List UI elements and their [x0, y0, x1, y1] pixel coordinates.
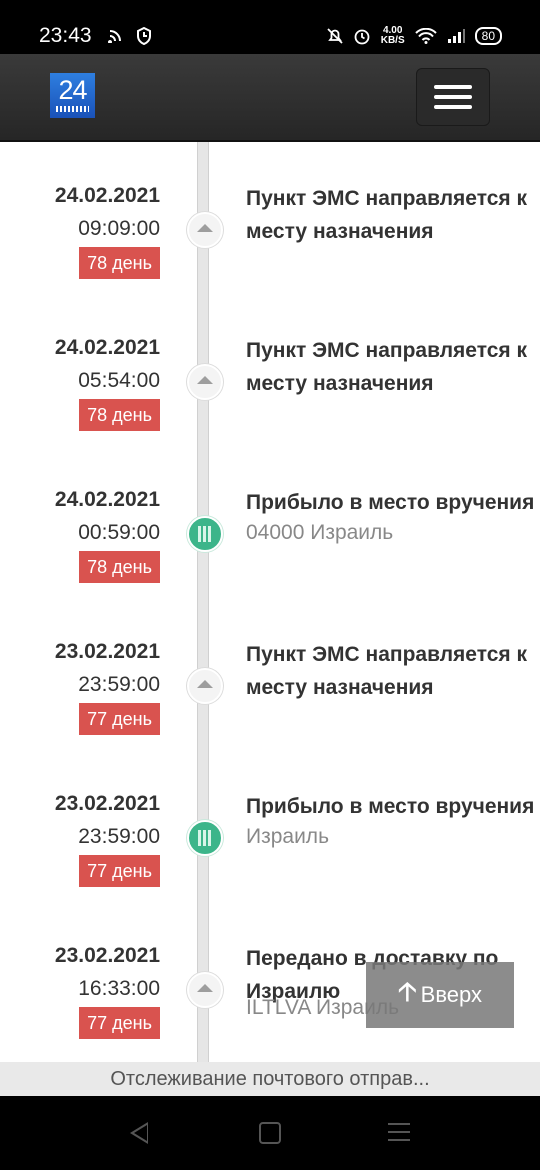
cast-icon [108, 30, 121, 43]
system-nav-bar [0, 1096, 540, 1170]
arrow-up-icon [187, 972, 223, 1008]
timeline-event: 24.02.2021 09:09:00 78 день Пункт ЭМС на… [0, 152, 540, 304]
event-title: Прибыло в место вручения [246, 795, 535, 818]
back-to-top-label: Вверх [420, 982, 482, 1007]
recent-apps-icon[interactable] [388, 1123, 410, 1147]
back-to-top-button[interactable]: 🡡 Вверх [366, 962, 514, 1028]
event-date: 24.02.2021 [54, 184, 160, 207]
wifi-icon [414, 28, 437, 44]
back-icon[interactable] [130, 1122, 148, 1144]
event-time: 05:54:00 [78, 369, 160, 392]
home-icon[interactable] [259, 1122, 281, 1144]
network-speed: 4.00 KB/S [380, 25, 405, 46]
days-badge: 78 день [79, 399, 160, 431]
event-location: 04000 Израиль [246, 521, 394, 544]
signal-icon [447, 29, 465, 43]
event-time: 09:09:00 [78, 217, 160, 240]
event-date: 23.02.2021 [54, 640, 160, 663]
days-badge: 78 день [79, 247, 160, 279]
days-badge: 77 день [79, 855, 160, 887]
event-title: Пункт ЭМС направляется к месту назначени… [246, 339, 527, 395]
timeline-event: 24.02.2021 00:59:00 78 день Прибыло в ме… [0, 456, 540, 608]
shield-icon [137, 27, 151, 45]
browser-tab-title[interactable]: Отслеживание почтового отправ... [0, 1062, 540, 1096]
event-time: 00:59:00 [78, 521, 160, 544]
event-date: 23.02.2021 [54, 792, 160, 815]
status-time: 23:43 [39, 24, 92, 47]
event-date: 24.02.2021 [54, 488, 160, 511]
event-title: Прибыло в место вручения [246, 491, 535, 514]
arrow-up-icon [187, 212, 223, 248]
arrow-up-icon: 🡡 [397, 976, 417, 1006]
days-badge: 77 день [79, 703, 160, 735]
alarm-icon [354, 29, 370, 45]
building-icon [187, 820, 223, 856]
event-title: Пункт ЭМС направляется к месту назначени… [246, 643, 527, 699]
building-icon [187, 516, 223, 552]
menu-button[interactable] [416, 68, 490, 126]
hamburger-icon [434, 85, 472, 89]
event-time: 23:59:00 [78, 825, 160, 848]
event-time: 23:59:00 [78, 673, 160, 696]
arrow-up-icon [187, 364, 223, 400]
site-logo[interactable]: 24 [50, 73, 95, 118]
logo-text: 24 [58, 75, 87, 105]
event-location: Израиль [246, 825, 330, 848]
app-header: 24 [0, 54, 540, 142]
status-bar: 23:43 4.00 KB/S 80 [0, 0, 540, 54]
tracking-timeline: 24.02.2021 09:09:00 78 день Пункт ЭМС на… [0, 142, 540, 1062]
mute-bell-icon [327, 28, 343, 44]
battery-indicator: 80 [474, 27, 502, 45]
days-badge: 78 день [79, 551, 160, 583]
event-time: 16:33:00 [78, 977, 160, 1000]
event-date: 23.02.2021 [54, 944, 160, 967]
timeline-event: 24.02.2021 05:54:00 78 день Пункт ЭМС на… [0, 304, 540, 456]
days-badge: 77 день [79, 1007, 160, 1039]
timeline-event: 23.02.2021 23:59:00 77 день Прибыло в ме… [0, 760, 540, 912]
arrow-up-icon [187, 668, 223, 704]
event-title: Пункт ЭМС направляется к месту назначени… [246, 187, 527, 243]
timeline-event: 23.02.2021 23:59:00 77 день Пункт ЭМС на… [0, 608, 540, 760]
barcode-icon [56, 106, 89, 112]
event-date: 24.02.2021 [54, 336, 160, 359]
